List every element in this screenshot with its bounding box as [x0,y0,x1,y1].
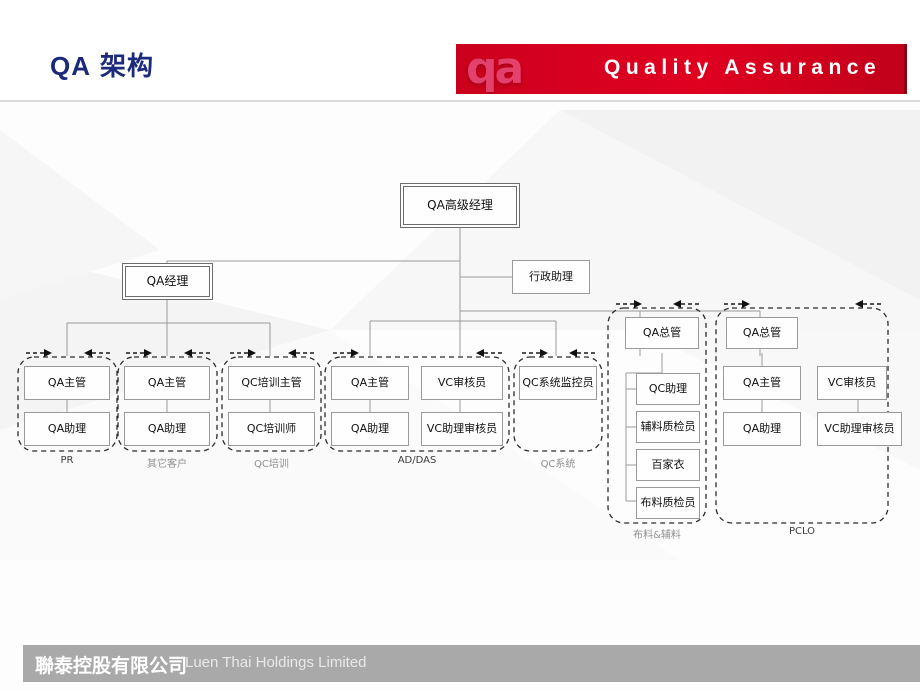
node-addas-assistant[interactable]: QA助理 [331,412,409,446]
node-pr-assistant[interactable]: QA助理 [24,412,110,446]
qa-banner: qa Quality Assurance [456,44,904,94]
node-fabric-inspector[interactable]: 布料质检员 [636,487,700,519]
node-other-assistant[interactable]: QA助理 [124,412,210,446]
slide: QA 架构 qa Quality Assurance QA高级经理 行政助理 Q… [0,0,920,690]
node-patchwork[interactable]: 百家衣 [636,449,700,481]
group-label-qc-training: QC培训 [254,459,289,470]
qa-banner-label: Quality Assurance [604,56,882,79]
node-fabric-chief[interactable]: QA总管 [625,317,699,349]
footer-company-cn: 聯泰控股有限公司 [35,655,188,677]
node-qc-trainer[interactable]: QC培训师 [228,412,315,446]
node-pclo-supervisor[interactable]: QA主管 [723,366,801,400]
group-label-pclo: PCLO [788,526,816,537]
page-title-en: QA [50,51,91,81]
node-fabric-qc-assistant[interactable]: QC助理 [636,373,700,405]
node-other-supervisor[interactable]: QA主管 [124,366,210,400]
page-title: QA 架构 [50,46,154,83]
node-qc-system-monitor[interactable]: QC系统监控员 [519,366,597,400]
group-label-qc-system: QC系统 [540,459,576,470]
group-label-other-customers: 其它客户 [147,459,187,470]
group-label-ad-das: AD/DAS [397,455,437,466]
node-admin-assistant[interactable]: 行政助理 [512,260,590,294]
node-senior-manager[interactable]: QA高级经理 [403,186,517,225]
org-chart: QA高级经理 行政助理 QA经理 QA主管 QA助理 PR QA主管 QA助理 … [0,101,920,645]
node-addas-vc-auditor[interactable]: VC审核员 [421,366,503,400]
node-trim-inspector[interactable]: 辅料质检员 [636,411,700,443]
node-pr-supervisor[interactable]: QA主管 [24,366,110,400]
node-pclo-vc-auditor[interactable]: VC审核员 [817,366,887,400]
node-addas-supervisor[interactable]: QA主管 [331,366,409,400]
node-qa-manager[interactable]: QA经理 [125,266,210,297]
node-addas-vc-assistant-auditor[interactable]: VC助理审核员 [421,412,503,446]
node-pclo-assistant[interactable]: QA助理 [723,412,801,446]
group-label-pr: PR [60,455,74,466]
qa-logo-icon: qa [466,44,524,94]
page-title-cn: 架构 [100,52,155,82]
footer-company-en: Luen Thai Holdings Limited [185,654,367,671]
node-qc-training-supervisor[interactable]: QC培训主管 [228,366,315,400]
group-label-fabric-trim: 布料&辅料 [633,530,681,541]
node-pclo-chief[interactable]: QA总管 [726,317,798,349]
banner-edge [904,44,907,94]
node-pclo-vc-assistant-auditor[interactable]: VC助理审核员 [817,412,902,446]
